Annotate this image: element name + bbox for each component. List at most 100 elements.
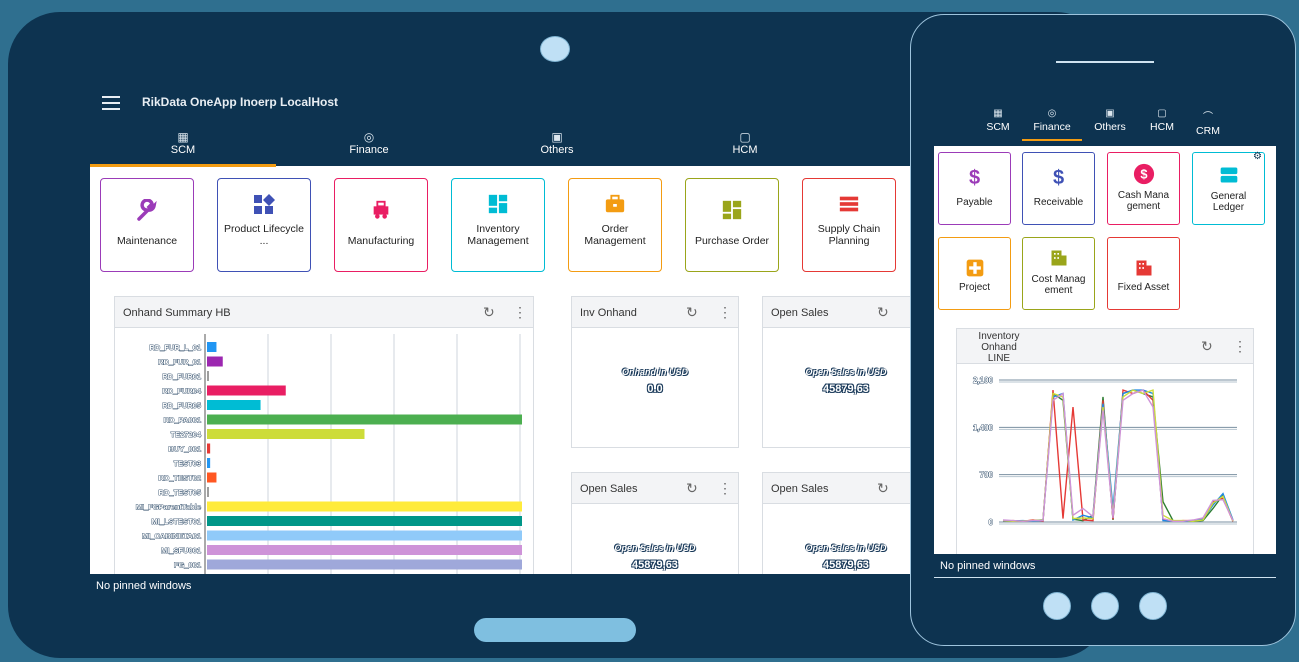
building-icon [1023, 248, 1094, 271]
phone-tab-crm[interactable]: ⌒ CRM [1178, 108, 1238, 137]
bar [207, 516, 522, 526]
phone-button-left[interactable] [1043, 592, 1071, 620]
phone-tile-cost-management[interactable]: Cost Manag ement [1022, 237, 1095, 310]
onhand-summary-panel: Onhand Summary HB ↻ ⋮ RD_FUR_L_01 RD_FUR_… [114, 296, 534, 574]
tile-label: Inventory Management [467, 223, 529, 247]
gear-icon[interactable]: ⚙ [1253, 151, 1262, 162]
phone-tile-general-ledger[interactable]: General Ledger ⚙ [1192, 151, 1265, 225]
wrench-icon [101, 198, 193, 226]
tile-supply-chain-planning[interactable]: Supply Chain Planning [802, 178, 896, 272]
phone-screen: ▦ SCM ◎ Finance ▣ Others ▢ HCM ⌒ CRM $ Payabl… [934, 92, 1276, 554]
panel-header: Inv Onhand ↻ ⋮ [572, 297, 738, 328]
refresh-icon[interactable]: ↻ [483, 304, 495, 321]
refresh-icon[interactable]: ↻ [686, 304, 698, 321]
tile-order-management[interactable]: Order Management [568, 178, 662, 272]
shapes-icon [218, 193, 310, 220]
phone-tab-others[interactable]: ▣ Others [1080, 108, 1140, 133]
tab-label: Finance [349, 144, 389, 156]
tile-inventory-management[interactable]: Inventory Management [451, 178, 545, 272]
refresh-icon[interactable]: ↻ [1201, 338, 1213, 355]
tile-label: Purchase Order [694, 235, 770, 247]
tab-others[interactable]: ▣ Others [462, 128, 652, 164]
bar [207, 559, 522, 570]
tick-label: FG_001 [174, 561, 201, 570]
kpi-label: Open Sales in USD [614, 543, 696, 553]
project-icon [939, 258, 1010, 281]
tick-label: MI_SFU001 [161, 546, 201, 555]
tick-label: RD_FUR01 [162, 372, 201, 381]
kpi-panel-open-sales: Open Sales ↻ ⋮ Open Sales in USD 45879,6… [571, 472, 739, 574]
others-icon: ▣ [1105, 108, 1115, 119]
phone-tile-payable[interactable]: $ Payable [938, 152, 1011, 225]
briefcase-icon [569, 193, 661, 218]
bar [207, 429, 365, 439]
tile-label: Receivable [1033, 197, 1084, 208]
bar [207, 371, 209, 381]
blocks-icon [686, 199, 778, 224]
phone-tile-fixed-asset[interactable]: Fixed Asset [1107, 237, 1180, 310]
svg-text:$: $ [1140, 167, 1147, 182]
tablet-home-button[interactable] [474, 618, 636, 642]
bar [207, 487, 209, 497]
phone-button-home[interactable] [1091, 592, 1119, 620]
panel-title: Inv Onhand [580, 307, 637, 319]
tab-label: Finance [1033, 121, 1071, 133]
more-icon[interactable]: ⋮ [1233, 338, 1247, 355]
bar [207, 414, 522, 425]
kpi-label: Open Sales in USD [805, 543, 887, 553]
truck-icon [335, 199, 427, 224]
panel-header: Open Sales ↻ ⋮ [572, 473, 738, 504]
tile-label: Fixed Asset [1117, 282, 1170, 293]
tab-finance[interactable]: ◎ Finance [276, 128, 462, 164]
panel-title: Open Sales [580, 483, 638, 495]
phone-tab-scm[interactable]: ▦ SCM [968, 108, 1028, 133]
phone-tab-finance[interactable]: ◎ Finance [1022, 108, 1082, 141]
y-tick-label: 0 [989, 518, 994, 527]
tile-purchase-order[interactable]: Purchase Order [685, 178, 779, 272]
tick-label: RD_PA001 [164, 416, 201, 425]
bar [207, 530, 522, 541]
bar [207, 501, 522, 512]
more-icon[interactable]: ⋮ [718, 480, 732, 497]
bar [207, 458, 211, 468]
kpi-value: 45879,63 [823, 383, 869, 395]
tile-product-lifecycle[interactable]: Product Lifecycle ... [217, 178, 311, 272]
bar [207, 385, 286, 396]
others-icon: ▣ [551, 130, 563, 144]
menu-icon[interactable] [102, 96, 120, 110]
grid-icon [452, 193, 544, 218]
phone-tile-project[interactable]: Project [938, 237, 1011, 310]
phone-pinned-windows-text: No pinned windows [940, 560, 1036, 572]
tab-hcm[interactable]: ▢ HCM [652, 128, 838, 164]
kpi-panel-open-sales: Open Sales ↻ Open Sales in USD 45879,63 [762, 472, 910, 574]
tick-label: RD_TEST02 [158, 474, 201, 483]
series-line [1002, 389, 1234, 523]
tick-label: RD_FUR05 [162, 401, 201, 410]
phone-tile-receivable[interactable]: $ Receivable [1022, 152, 1095, 225]
more-icon[interactable]: ⋮ [718, 304, 732, 321]
tile-label: Supply Chain Planning [817, 223, 881, 247]
building-icon: ▦ [177, 130, 189, 144]
tile-label: Cash Mana gement [1117, 190, 1170, 212]
bar [207, 443, 211, 454]
tab-label: HCM [732, 144, 758, 156]
inventory-onhand-line-panel: Inventory Onhand LINE ↻ ⋮ 0 700 1,400 2,100 [956, 328, 1254, 554]
more-icon[interactable]: ⋮ [513, 304, 527, 321]
phone-divider [934, 577, 1276, 578]
phone-button-right[interactable] [1139, 592, 1167, 620]
kpi-label: Open Sales in USD [805, 367, 887, 377]
tile-maintenance[interactable]: Maintenance [100, 178, 194, 272]
bar [207, 400, 261, 410]
refresh-icon[interactable]: ↻ [877, 304, 889, 321]
tick-label: RD_FUR_01 [158, 358, 201, 367]
tile-manufacturing[interactable]: Manufacturing [334, 178, 428, 272]
phone-tile-cash-management[interactable]: $ Cash Mana gement [1107, 152, 1180, 225]
refresh-icon[interactable]: ↻ [877, 480, 889, 497]
tab-label: CRM [1196, 125, 1220, 137]
tab-label: Others [1094, 121, 1126, 133]
person-icon: ▢ [739, 130, 751, 144]
tab-scm[interactable]: ▦ SCM [90, 128, 276, 167]
refresh-icon[interactable]: ↻ [686, 480, 698, 497]
tab-label: SCM [170, 144, 196, 156]
tick-label: RD_FUR_L_01 [149, 343, 201, 352]
